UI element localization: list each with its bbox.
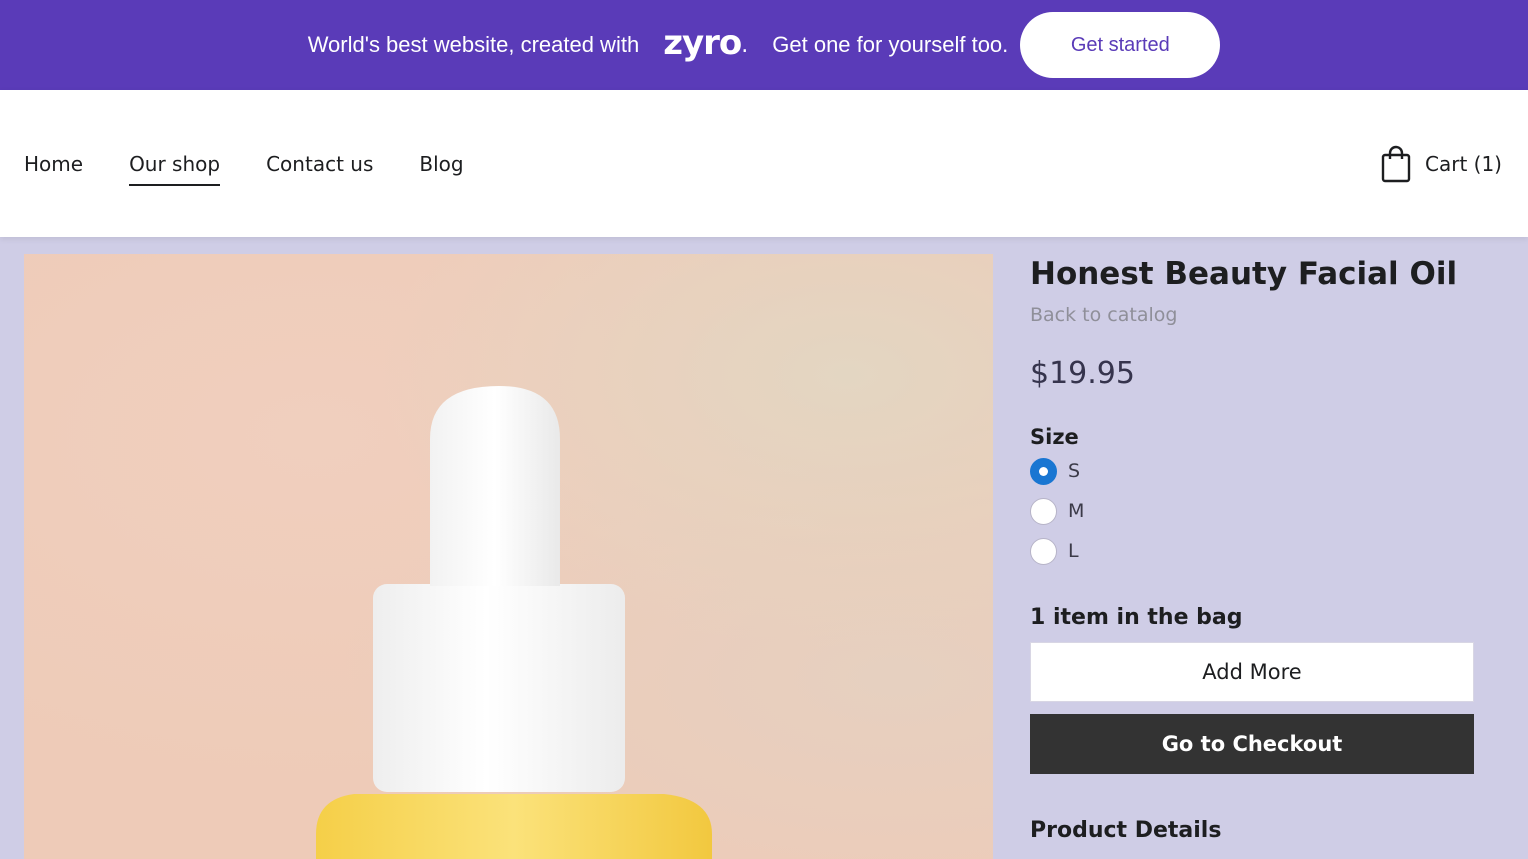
radio-m[interactable]: [1030, 497, 1057, 525]
size-option-m[interactable]: M: [1030, 491, 1474, 531]
back-to-catalog-link[interactable]: Back to catalog: [1030, 304, 1474, 326]
cart-label: Cart (1): [1425, 151, 1502, 176]
zyro-logo: zyro: [663, 23, 742, 63]
bag-count-text: 1 item in the bag: [1030, 605, 1243, 630]
product-title: Honest Beauty Facial Oil: [1030, 256, 1458, 292]
go-to-checkout-button[interactable]: Go to Checkout: [1030, 714, 1474, 774]
size-option-s[interactable]: S: [1030, 451, 1474, 491]
add-more-button[interactable]: Add More: [1030, 642, 1474, 702]
facial-oil-bottle-illustration: [316, 386, 712, 859]
site-header: Home Our shop Contact us Blog Cart (1): [0, 90, 1528, 237]
zyro-logo-dot: .: [741, 32, 749, 58]
nav-item-blog[interactable]: Blog: [419, 144, 463, 184]
size-option-l[interactable]: L: [1030, 531, 1474, 571]
nav-item-home[interactable]: Home: [24, 144, 83, 184]
nav-item-contact-us[interactable]: Contact us: [266, 144, 373, 184]
get-started-button[interactable]: Get started: [1020, 12, 1221, 78]
size-option-label: M: [1068, 500, 1085, 522]
nav-item-our-shop[interactable]: Our shop: [129, 144, 221, 186]
radio-s[interactable]: [1030, 457, 1057, 485]
product-price: $19.95: [1030, 356, 1135, 391]
promo-tagline: Get one for yourself too.: [772, 32, 1009, 57]
product-image: [24, 254, 993, 859]
main-nav: Home Our shop Contact us Blog: [24, 90, 510, 237]
product-details-heading: Product Details: [1030, 818, 1222, 843]
radio-l[interactable]: [1030, 537, 1057, 565]
product-info: Honest Beauty Facial Oil Back to catalog…: [1030, 254, 1474, 843]
size-option-label: L: [1068, 540, 1079, 562]
size-option-label: S: [1068, 460, 1081, 482]
size-options: S M L: [1030, 451, 1474, 571]
cart-button[interactable]: Cart (1): [1381, 90, 1502, 237]
size-label: Size: [1030, 425, 1079, 449]
promo-banner: World's best website, created with zyro.…: [0, 0, 1528, 90]
promo-text: World's best website, created with: [307, 32, 640, 57]
shopping-bag-icon: [1381, 145, 1411, 182]
